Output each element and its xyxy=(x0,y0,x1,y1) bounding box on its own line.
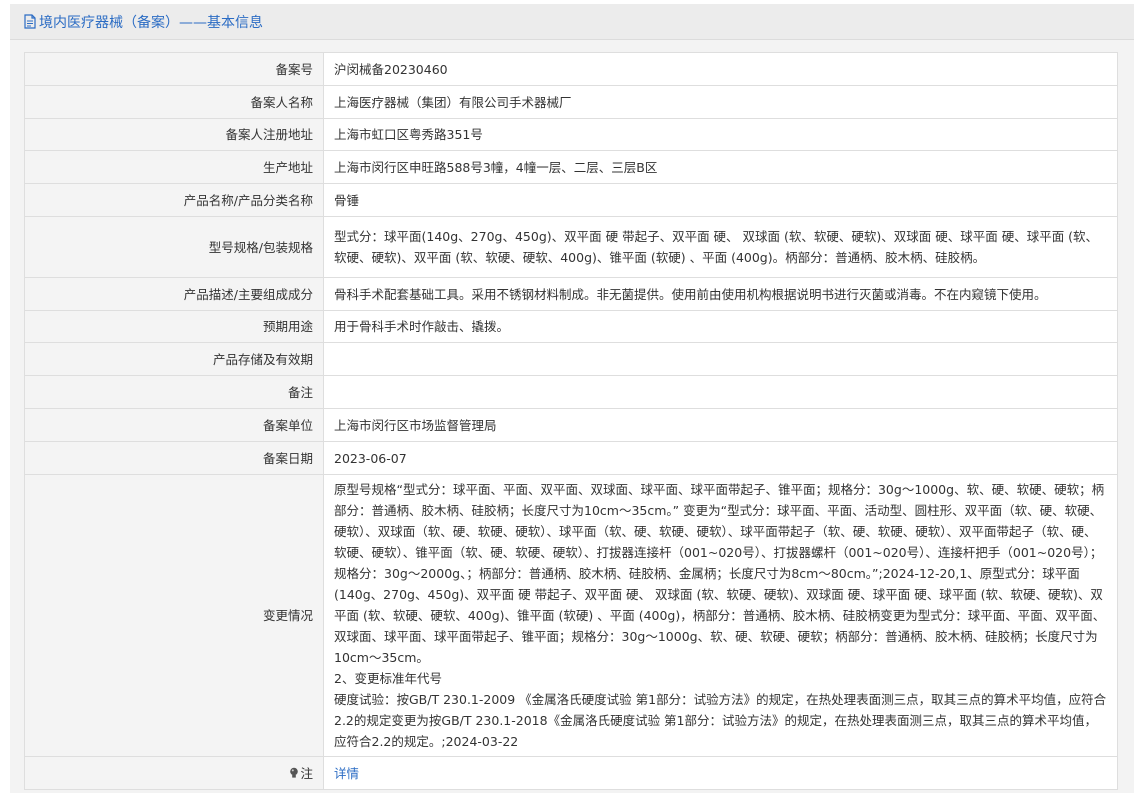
field-value: 骨科手术配套基础工具。采用不锈钢材料制成。非无菌提供。使用前由使用机构根据说明书… xyxy=(323,277,1118,311)
field-value xyxy=(323,375,1118,409)
info-panel: 备案号 沪闵械备20230460 备案人名称 上海医疗器械（集团）有限公司手术器… xyxy=(10,40,1134,793)
field-label: 产品存储及有效期 xyxy=(24,342,324,376)
row-changes: 变更情况 原型号规格“型式分：球平面、平面、双平面、双球面、球平面、球平面带起子… xyxy=(24,474,1118,757)
field-label: 产品名称/产品分类名称 xyxy=(24,183,324,217)
field-label: 备案号 xyxy=(24,52,324,86)
field-label: 备案日期 xyxy=(24,441,324,475)
change-paragraph: 原型号规格“型式分：球平面、平面、双平面、双球面、球平面、球平面带起子、锥平面；… xyxy=(334,482,1106,665)
field-value: 上海医疗器械（集团）有限公司手术器械厂 xyxy=(323,85,1118,119)
row-storage: 产品存储及有效期 xyxy=(24,342,1118,376)
field-value: 上海市闵行区市场监督管理局 xyxy=(323,408,1118,442)
row-intended-use: 预期用途 用于骨科手术时作敲击、撬拨。 xyxy=(24,310,1118,343)
field-label: 备案人名称 xyxy=(24,85,324,119)
field-label: 备注 xyxy=(24,375,324,409)
note-value: 详情 xyxy=(323,756,1118,790)
field-value: 骨锤 xyxy=(323,183,1118,217)
field-label: 产品描述/主要组成成分 xyxy=(24,277,324,311)
field-value: 型式分：球平面(140g、270g、450g)、双平面 硬 带起子、双平面 硬、… xyxy=(323,216,1118,278)
note-label-cell: 注 xyxy=(24,756,324,790)
page-header: 境内医疗器械（备案）——基本信息 xyxy=(10,4,1134,40)
field-value: 沪闵械备20230460 xyxy=(323,52,1118,86)
field-value: 上海市虹口区粤秀路351号 xyxy=(323,118,1118,151)
row-record-date: 备案日期 2023-06-07 xyxy=(24,441,1118,475)
field-value: 上海市闵行区申旺路588号3幢，4幢一层、二层、三层B区 xyxy=(323,150,1118,184)
row-note: 注 详情 xyxy=(24,756,1118,790)
row-applicant-address: 备案人注册地址 上海市虹口区粤秀路351号 xyxy=(24,118,1118,151)
info-table: 备案号 沪闵械备20230460 备案人名称 上海医疗器械（集团）有限公司手术器… xyxy=(24,52,1118,790)
field-label: 生产地址 xyxy=(24,150,324,184)
change-paragraph: 硬度试验：按GB/T 230.1-2009 《金属洛氏硬度试验 第1部分：试验方… xyxy=(334,692,1107,749)
field-label: 变更情况 xyxy=(24,474,324,757)
row-model-spec: 型号规格/包装规格 型式分：球平面(140g、270g、450g)、双平面 硬 … xyxy=(24,216,1118,278)
field-value: 用于骨科手术时作敲击、撬拨。 xyxy=(323,310,1118,343)
change-paragraph: 2、变更标准年代号 xyxy=(334,671,442,686)
row-production-address: 生产地址 上海市闵行区申旺路588号3幢，4幢一层、二层、三层B区 xyxy=(24,150,1118,184)
row-product-name: 产品名称/产品分类名称 骨锤 xyxy=(24,183,1118,217)
field-value xyxy=(323,342,1118,376)
field-label: 预期用途 xyxy=(24,310,324,343)
row-authority: 备案单位 上海市闵行区市场监督管理局 xyxy=(24,408,1118,442)
page-title: 境内医疗器械（备案）——基本信息 xyxy=(39,14,263,31)
field-label: 注 xyxy=(300,765,313,781)
row-remark: 备注 xyxy=(24,375,1118,409)
details-link[interactable]: 详情 xyxy=(334,766,359,781)
field-label: 备案人注册地址 xyxy=(24,118,324,151)
field-label: 备案单位 xyxy=(24,408,324,442)
field-value: 2023-06-07 xyxy=(323,441,1118,475)
change-history: 原型号规格“型式分：球平面、平面、双平面、双球面、球平面、球平面带起子、锥平面；… xyxy=(323,474,1118,757)
document-icon xyxy=(24,14,36,29)
field-label: 型号规格/包装规格 xyxy=(24,216,324,278)
row-record-no: 备案号 沪闵械备20230460 xyxy=(24,52,1118,86)
row-description: 产品描述/主要组成成分 骨科手术配套基础工具。采用不锈钢材料制成。非无菌提供。使… xyxy=(24,277,1118,311)
row-applicant: 备案人名称 上海医疗器械（集团）有限公司手术器械厂 xyxy=(24,85,1118,119)
lightbulb-icon xyxy=(290,767,299,778)
